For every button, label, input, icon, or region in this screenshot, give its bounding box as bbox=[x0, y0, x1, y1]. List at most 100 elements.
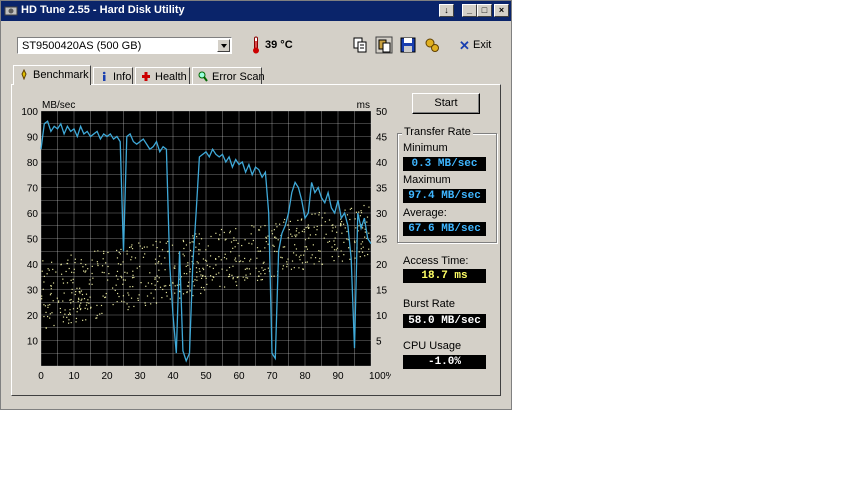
copy-icon[interactable] bbox=[350, 35, 370, 55]
access-time-point bbox=[115, 284, 117, 286]
chevron-down-icon[interactable] bbox=[217, 39, 230, 52]
access-time-point bbox=[196, 261, 198, 263]
access-time-point bbox=[114, 289, 116, 292]
tab-error-scan[interactable]: Error Scan bbox=[192, 67, 265, 84]
access-time-point bbox=[122, 279, 125, 281]
tab-benchmark[interactable]: Benchmark bbox=[13, 65, 91, 85]
tab-info[interactable]: Info bbox=[93, 67, 133, 84]
access-time-point bbox=[80, 299, 82, 301]
access-time-point bbox=[154, 263, 157, 265]
maximize-button[interactable]: □ bbox=[477, 4, 492, 17]
access-time-point bbox=[63, 292, 65, 294]
access-time-point bbox=[182, 240, 185, 243]
y-tick-label: 60 bbox=[27, 209, 39, 220]
access-time-point bbox=[82, 270, 85, 272]
access-time-point bbox=[73, 268, 75, 270]
access-time-point bbox=[92, 277, 94, 279]
access-time-point bbox=[183, 272, 185, 275]
access-time-point bbox=[154, 278, 156, 280]
y2-tick-label: 30 bbox=[376, 209, 388, 220]
access-time-point bbox=[287, 237, 289, 239]
access-time-point bbox=[344, 209, 346, 211]
start-button[interactable]: Start bbox=[412, 93, 480, 114]
access-time-point bbox=[76, 307, 79, 309]
drive-select[interactable]: ST9500420AS (500 GB) bbox=[17, 37, 232, 54]
access-time-point bbox=[43, 304, 45, 306]
access-time-point bbox=[157, 262, 159, 264]
access-time-point bbox=[122, 295, 125, 297]
access-time-point bbox=[207, 245, 209, 247]
access-time-point bbox=[99, 313, 101, 315]
access-time-point bbox=[346, 238, 348, 240]
access-time-point bbox=[150, 292, 152, 294]
access-time-point bbox=[188, 281, 190, 283]
access-time-point bbox=[293, 267, 295, 269]
access-time-point bbox=[316, 225, 318, 227]
title-bar[interactable]: HD Tune 2.55 - Hard Disk Utility ↓ _ □ × bbox=[1, 1, 511, 21]
access-time-point bbox=[191, 255, 193, 257]
access-time-point bbox=[238, 255, 240, 257]
access-time-point bbox=[138, 242, 140, 244]
access-time-point bbox=[203, 286, 205, 289]
access-time-point bbox=[169, 298, 171, 300]
access-time-point bbox=[244, 268, 246, 270]
y2-tick-label: 10 bbox=[376, 311, 388, 322]
access-time-point bbox=[158, 255, 161, 257]
access-time-point bbox=[334, 243, 336, 246]
access-time-point bbox=[88, 302, 90, 304]
access-time-point bbox=[103, 252, 105, 255]
access-time-point bbox=[70, 298, 72, 301]
access-time-point bbox=[332, 227, 334, 229]
access-time-point bbox=[301, 230, 303, 232]
save-icon[interactable] bbox=[398, 35, 418, 55]
access-time-point bbox=[298, 267, 300, 269]
access-time-point bbox=[197, 262, 199, 264]
access-time-point bbox=[165, 291, 168, 294]
access-time-point bbox=[204, 275, 206, 278]
x-tick-label: 90 bbox=[332, 371, 344, 382]
access-time-point bbox=[195, 246, 197, 248]
access-time-point bbox=[53, 324, 55, 327]
access-time-point bbox=[258, 275, 260, 277]
access-time-point bbox=[229, 232, 231, 234]
options-icon[interactable] bbox=[422, 35, 442, 55]
access-time-point bbox=[204, 289, 206, 291]
minimize-button[interactable]: _ bbox=[462, 4, 477, 17]
access-time-point bbox=[192, 235, 194, 237]
access-time-point bbox=[325, 233, 327, 235]
paste-icon[interactable] bbox=[374, 35, 394, 55]
x-tick-label: 0 bbox=[38, 371, 44, 382]
access-time-point bbox=[331, 224, 333, 227]
y-tick-label: 90 bbox=[27, 133, 39, 144]
access-time-point bbox=[79, 287, 81, 289]
access-time-point bbox=[200, 274, 202, 276]
access-time-point bbox=[102, 295, 104, 297]
access-time-point bbox=[334, 226, 337, 228]
access-time-point bbox=[244, 279, 246, 281]
access-time-point bbox=[304, 261, 307, 263]
access-time-point bbox=[50, 285, 52, 287]
access-time-point bbox=[319, 257, 321, 260]
access-time-point bbox=[193, 285, 195, 287]
access-time-point bbox=[234, 257, 237, 259]
access-time-point bbox=[155, 302, 158, 304]
access-time-point bbox=[142, 256, 145, 258]
access-time-point bbox=[129, 246, 131, 249]
access-time-point bbox=[282, 265, 285, 267]
access-time-point bbox=[83, 297, 86, 300]
access-time-point bbox=[318, 214, 320, 216]
access-time-point bbox=[314, 213, 316, 215]
access-time-point bbox=[78, 306, 81, 308]
access-time-point bbox=[122, 261, 124, 263]
exit-button[interactable]: ✕ Exit bbox=[454, 35, 496, 55]
pin-button[interactable]: ↓ bbox=[439, 4, 454, 17]
access-time-point bbox=[124, 271, 126, 273]
tab-health[interactable]: Health bbox=[135, 67, 190, 84]
close-button[interactable]: × bbox=[494, 4, 509, 17]
access-time-point bbox=[75, 317, 78, 320]
access-time-point bbox=[189, 271, 191, 273]
access-time-point bbox=[126, 250, 128, 252]
access-time-point bbox=[104, 296, 106, 299]
access-time-point bbox=[82, 266, 84, 268]
access-time-point bbox=[205, 249, 207, 251]
